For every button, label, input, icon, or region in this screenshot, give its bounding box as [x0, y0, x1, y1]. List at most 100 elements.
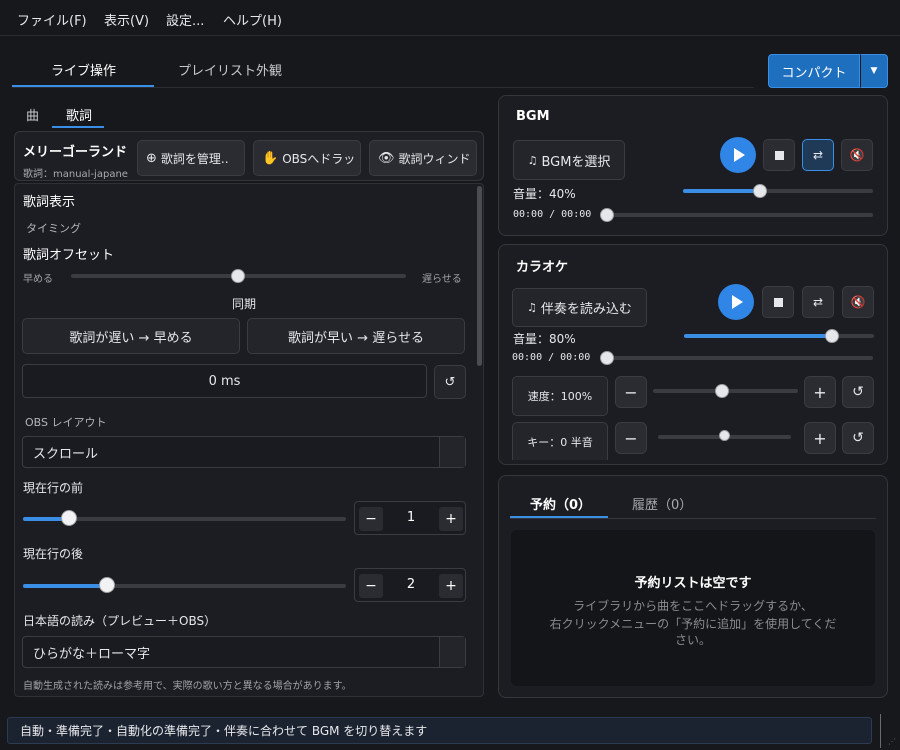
- queue-tabs-divider: [510, 518, 876, 519]
- lines-after-slider-fill: [23, 584, 107, 588]
- lyrics-window-button[interactable]: 👁 歌詞ウィンド: [369, 140, 477, 176]
- reset-icon: ↺: [444, 374, 456, 390]
- compact-dropdown-button[interactable]: ▼: [860, 54, 888, 88]
- offset-later-label: 遅らせる: [422, 274, 462, 285]
- reading-select[interactable]: ひらがな＋ローマ字: [22, 636, 466, 668]
- lines-before-slider-handle[interactable]: [61, 510, 77, 526]
- karaoke-volume-label: 音量：80%: [513, 332, 576, 346]
- lyrics-earlier-button[interactable]: 歌詞が遅い → 早める: [22, 318, 240, 354]
- lines-after-stepper: − 2 +: [354, 568, 466, 602]
- mute-icon: 🔇: [850, 295, 866, 309]
- empty-line-2: 右クリックメニューの「予約に追加」を使用してくだ: [549, 617, 837, 631]
- karaoke-volume-handle[interactable]: [825, 329, 839, 343]
- status-text: 自動・準備完了・自動化の準備完了・伴奏に合わせて BGM を切り替えます: [20, 724, 428, 738]
- decrement-button[interactable]: −: [359, 507, 383, 531]
- key-slider-handle[interactable]: [719, 430, 730, 441]
- panel-scrollbar[interactable]: [477, 186, 482, 366]
- tab-reservations[interactable]: 予約（0）: [530, 494, 591, 513]
- speed-decrease-button[interactable]: −: [615, 376, 647, 408]
- increment-button[interactable]: +: [439, 507, 463, 531]
- tab-lyrics[interactable]: 歌詞: [66, 105, 92, 124]
- menu-help[interactable]: ヘルプ(H): [223, 10, 282, 29]
- bgm-mute-button[interactable]: 🔇: [841, 139, 873, 171]
- reset-icon: ↺: [852, 430, 864, 446]
- decrement-button[interactable]: −: [359, 574, 383, 598]
- timing-heading: タイミング: [26, 222, 81, 235]
- karaoke-play-button[interactable]: [718, 284, 754, 320]
- loop-icon: ⇄: [812, 148, 824, 162]
- menu-file[interactable]: ファイル(F): [17, 10, 87, 29]
- bgm-progress-track[interactable]: [604, 213, 873, 217]
- grip-icon: ⋰: [888, 737, 896, 746]
- stop-icon: [773, 297, 783, 307]
- lines-before-value[interactable]: 1: [385, 510, 437, 525]
- tab-playlist-appearance[interactable]: プレイリスト外観: [178, 60, 282, 79]
- music-add-icon: ♫: [527, 153, 538, 167]
- bgm-volume-fill: [683, 189, 760, 193]
- sync-heading: 同期: [232, 297, 257, 311]
- eye-icon: 👁: [378, 150, 395, 166]
- play-icon: [732, 295, 743, 309]
- karaoke-stop-button[interactable]: [762, 286, 794, 318]
- reset-icon: ↺: [852, 384, 864, 400]
- offset-slider-handle[interactable]: [231, 269, 245, 283]
- tab-history[interactable]: 履歴（0）: [632, 494, 692, 513]
- obs-layout-heading: OBS レイアウト: [25, 416, 107, 429]
- hand-icon: ✋: [262, 150, 279, 166]
- manage-lyrics-button[interactable]: ⊕ 歌詞を管理..: [137, 140, 245, 176]
- mute-icon: 🔇: [849, 148, 865, 162]
- increment-button[interactable]: +: [439, 574, 463, 598]
- key-increase-button[interactable]: +: [804, 422, 836, 454]
- bgm-loop-button[interactable]: ⇄: [802, 139, 834, 171]
- speed-slider-handle[interactable]: [715, 384, 729, 398]
- karaoke-progress-track[interactable]: [604, 356, 873, 360]
- menu-view[interactable]: 表示(V): [104, 10, 149, 29]
- speed-reset-button[interactable]: ↺: [842, 376, 874, 408]
- bgm-volume-label: 音量：40%: [513, 187, 576, 201]
- lyrics-display-heading: 歌詞表示: [23, 195, 76, 210]
- bgm-time: 00:00 / 00:00: [513, 209, 592, 220]
- karaoke-time: 00:00 / 00:00: [512, 352, 591, 363]
- lines-before-stepper: − 1 +: [354, 501, 466, 535]
- key-decrease-button[interactable]: −: [615, 422, 647, 454]
- select-bgm-button[interactable]: ♫ BGMを選択: [513, 140, 625, 180]
- compact-button[interactable]: コンパクト: [768, 54, 860, 88]
- karaoke-mute-button[interactable]: 🔇: [842, 286, 874, 318]
- lines-after-slider-handle[interactable]: [99, 577, 115, 593]
- reset-offset-button[interactable]: ↺: [434, 365, 466, 399]
- key-label-box: キー：0 半音: [512, 422, 608, 460]
- bgm-stop-button[interactable]: [763, 139, 795, 171]
- bgm-progress-handle[interactable]: [600, 208, 614, 222]
- tab-live-control[interactable]: ライブ操作: [51, 60, 116, 79]
- menu-settings[interactable]: 設定...: [166, 10, 204, 29]
- empty-title: 予約リストは空です: [634, 576, 752, 591]
- speed-increase-button[interactable]: +: [804, 376, 836, 408]
- music-add-icon: ♫: [527, 301, 537, 314]
- obs-layout-select[interactable]: スクロール: [22, 436, 466, 468]
- bgm-play-button[interactable]: [720, 137, 756, 173]
- offset-value-field[interactable]: 0 ms: [22, 364, 427, 398]
- resize-grip[interactable]: ⋰: [880, 714, 898, 748]
- bgm-volume-handle[interactable]: [753, 184, 767, 198]
- bgm-title: BGM: [516, 109, 550, 124]
- chevron-down-icon: ▼: [870, 66, 878, 76]
- tab-song[interactable]: 曲: [26, 105, 39, 124]
- song-lyrics-source: 歌詞：manual-japane: [23, 169, 128, 180]
- offset-heading: 歌詞オフセット: [23, 248, 115, 263]
- reading-value: ひらがな＋ローマ字: [33, 646, 151, 662]
- select-arrow-area[interactable]: [439, 437, 465, 467]
- empty-line-1: ライブラリから曲をここへドラッグするか、: [573, 599, 813, 613]
- load-accompaniment-button[interactable]: ♫ 伴奏を読み込む: [512, 288, 647, 327]
- stop-icon: [774, 150, 784, 160]
- karaoke-progress-handle[interactable]: [600, 351, 614, 365]
- select-arrow-area[interactable]: [439, 637, 465, 667]
- song-title: メリーゴーランド: [23, 145, 128, 160]
- obs-drag-button[interactable]: ✋ OBSへドラッ: [253, 140, 361, 176]
- lyrics-later-button[interactable]: 歌詞が早い → 遅らせる: [247, 318, 465, 354]
- obs-layout-value: スクロール: [33, 446, 99, 462]
- karaoke-loop-button[interactable]: ⇄: [802, 286, 834, 318]
- lines-before-heading: 現在行の前: [23, 481, 84, 495]
- lyrics-window-label: 歌詞ウィンド: [398, 151, 471, 166]
- lines-after-value[interactable]: 2: [385, 577, 437, 592]
- key-reset-button[interactable]: ↺: [842, 422, 874, 454]
